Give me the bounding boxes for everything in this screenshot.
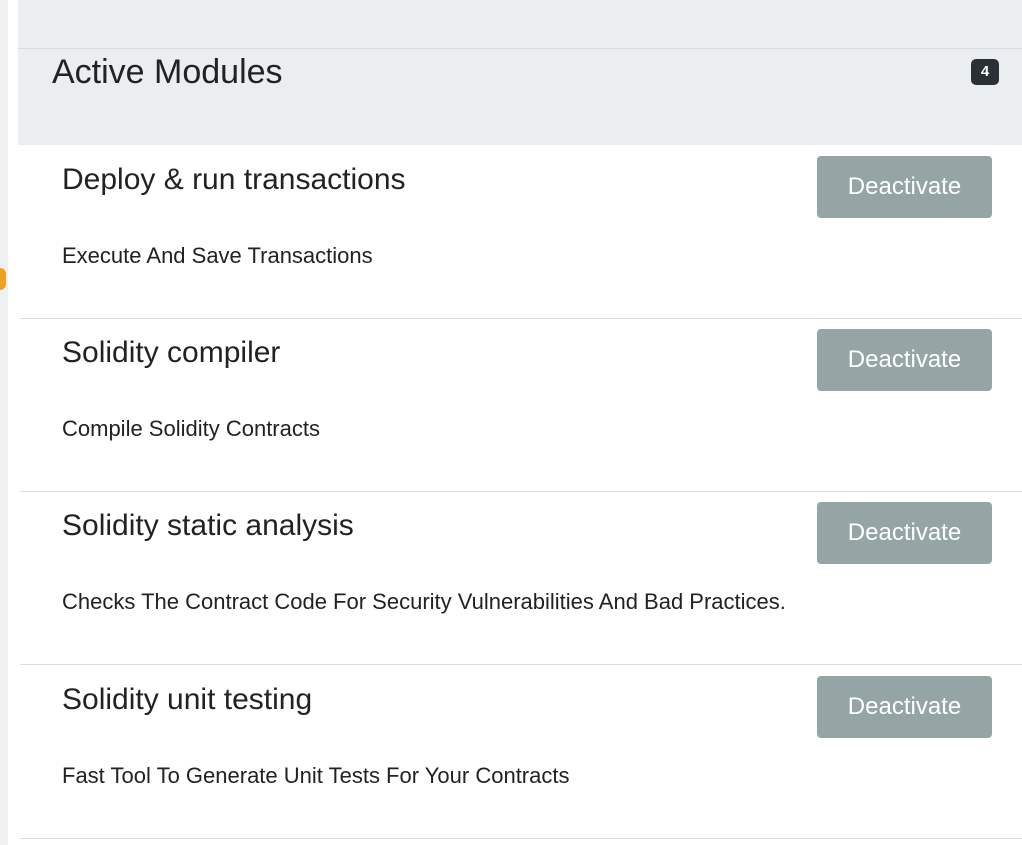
module-description: Execute And Save Transactions [62,243,373,268]
module-item-deploy-run: Deploy & run transactions Deactivate Exe… [20,146,1022,319]
module-description: Fast Tool To Generate Unit Tests For You… [62,763,570,788]
section-title: Active Modules [52,53,283,91]
module-item-solidity-static-analysis: Solidity static analysis Deactivate Chec… [20,492,1022,665]
module-description: Checks The Contract Code For Security Vu… [62,589,786,614]
deactivate-button[interactable]: Deactivate [817,502,992,564]
module-name: Solidity compiler [62,336,281,369]
module-name: Solidity static analysis [62,509,354,542]
module-count-badge: 4 [971,59,999,85]
header-divider [18,48,1022,49]
plugin-manager-panel: Active Modules 4 Deploy & run transactio… [0,0,1022,845]
left-rail [0,0,8,845]
deactivate-button[interactable]: Deactivate [817,676,992,738]
module-name: Deploy & run transactions [62,163,406,196]
module-item-solidity-compiler: Solidity compiler Deactivate Compile Sol… [20,319,1022,492]
module-item-solidity-unit-testing: Solidity unit testing Deactivate Fast To… [20,666,1022,839]
module-description: Compile Solidity Contracts [62,416,320,441]
deactivate-button[interactable]: Deactivate [817,329,992,391]
module-name: Solidity unit testing [62,683,313,716]
deactivate-button[interactable]: Deactivate [817,156,992,218]
active-indicator-icon [0,268,6,290]
